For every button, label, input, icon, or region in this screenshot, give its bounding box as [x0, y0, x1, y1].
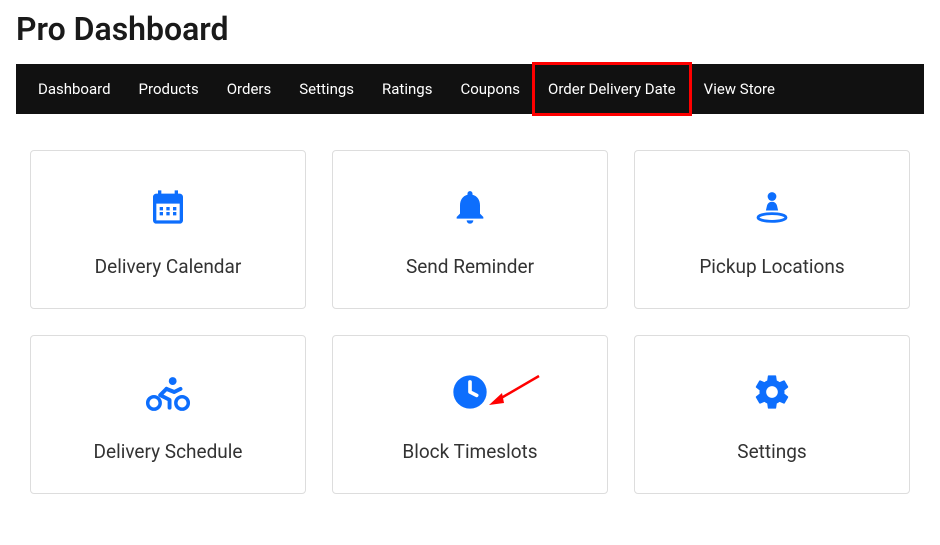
nav-item-settings[interactable]: Settings: [285, 64, 368, 114]
card-settings[interactable]: Settings: [634, 335, 910, 494]
person-pin-icon: [655, 185, 889, 229]
card-label: Delivery Schedule: [51, 440, 285, 463]
card-delivery-schedule[interactable]: Delivery Schedule: [30, 335, 306, 494]
card-label: Settings: [655, 440, 889, 463]
nav-item-coupons[interactable]: Coupons: [446, 64, 534, 114]
card-label: Pickup Locations: [655, 255, 889, 278]
gear-icon: [655, 370, 889, 414]
nav-item-order-delivery-date[interactable]: Order Delivery Date: [534, 64, 690, 114]
card-grid: Delivery Calendar Send Reminder Pickup L…: [16, 150, 924, 494]
card-block-timeslots[interactable]: Block Timeslots: [332, 335, 608, 494]
card-send-reminder[interactable]: Send Reminder: [332, 150, 608, 309]
navbar: Dashboard Products Orders Settings Ratin…: [16, 64, 924, 114]
card-delivery-calendar[interactable]: Delivery Calendar: [30, 150, 306, 309]
page-title: Pro Dashboard: [16, 10, 924, 48]
card-label: Send Reminder: [353, 255, 587, 278]
card-label: Delivery Calendar: [51, 255, 285, 278]
card-pickup-locations[interactable]: Pickup Locations: [634, 150, 910, 309]
calendar-icon: [51, 185, 285, 229]
cyclist-icon: [51, 370, 285, 414]
nav-item-dashboard[interactable]: Dashboard: [24, 64, 125, 114]
nav-item-products[interactable]: Products: [125, 64, 213, 114]
nav-item-orders[interactable]: Orders: [213, 64, 286, 114]
nav-item-ratings[interactable]: Ratings: [368, 64, 446, 114]
clock-icon: [353, 370, 587, 414]
nav-item-view-store[interactable]: View Store: [690, 64, 789, 114]
card-label: Block Timeslots: [353, 440, 587, 463]
bell-icon: [353, 185, 587, 229]
